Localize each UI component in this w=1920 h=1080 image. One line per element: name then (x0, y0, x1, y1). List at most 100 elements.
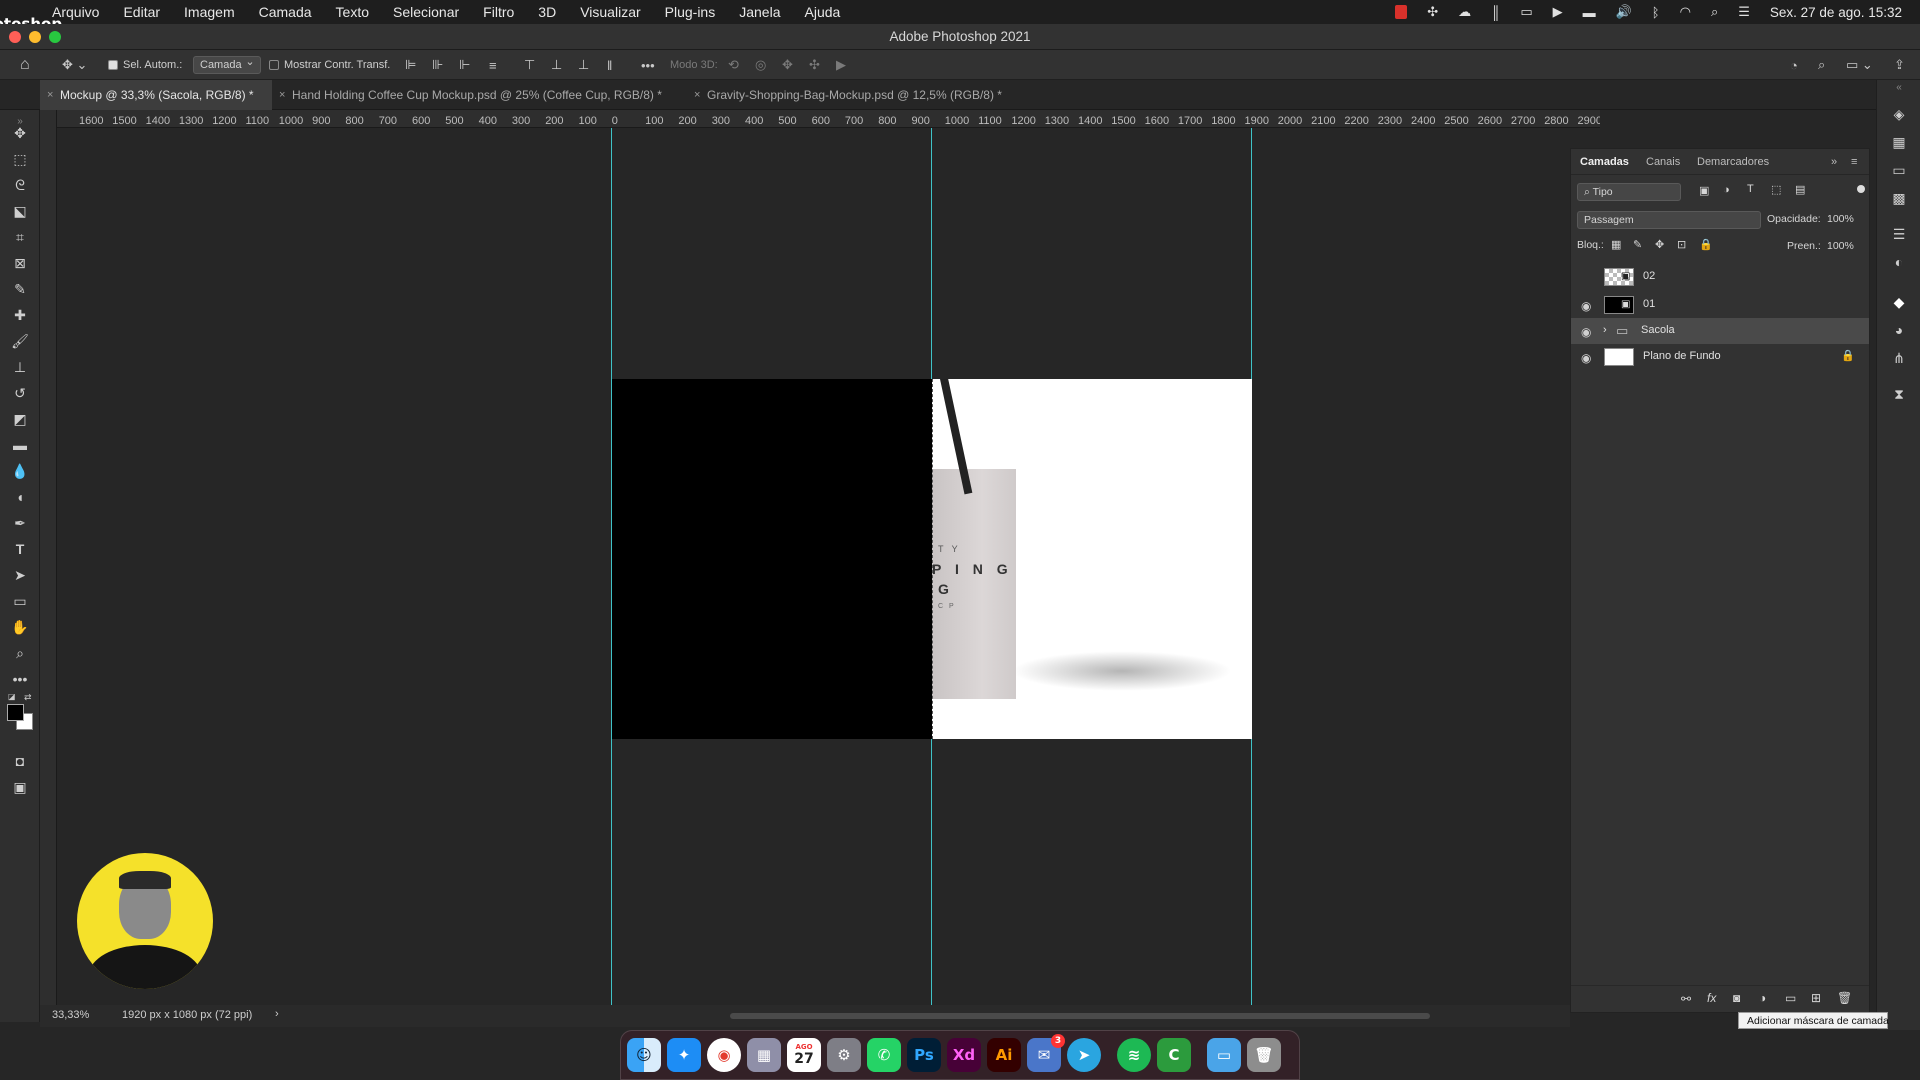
menu-janela[interactable]: Janela (739, 4, 780, 20)
frame-tool-icon[interactable]: ⊠ (0, 252, 40, 274)
tab-mockup[interactable]: × Mockup @ 33,3% (Sacola, RGB/8) * (40, 80, 272, 110)
layers-panel-icon[interactable]: ◆ (1877, 294, 1920, 311)
panel-menu-icon[interactable]: ≡ (1851, 156, 1857, 168)
lock-transparent-icon[interactable]: ▦ (1611, 238, 1621, 251)
menu-ajuda[interactable]: Ajuda (805, 4, 841, 20)
history-brush-tool-icon[interactable]: ↺ (0, 382, 40, 404)
status-display-icon[interactable]: ▭ (1520, 4, 1532, 20)
swatches-panel-icon[interactable]: ▦ (1877, 134, 1920, 151)
align-bottom-icon[interactable]: ⊥ (578, 56, 589, 74)
properties-panel-icon[interactable]: ☰ (1877, 226, 1920, 243)
horizontal-ruler[interactable]: 1600 1500 1400 1300 1200 1100 1000 900 800 700 600… (57, 110, 1600, 128)
eraser-tool-icon[interactable]: ◩ (0, 408, 40, 430)
auto-select-dropdown[interactable]: Camada (193, 54, 261, 74)
history-panel-icon[interactable]: ⧗ (1877, 386, 1920, 403)
zoom-level[interactable]: 33,33% (52, 1009, 89, 1021)
status-flag-icon[interactable]: ▬ (1583, 5, 1596, 20)
pen-tool-icon[interactable]: ✒ (0, 512, 40, 534)
tab-demarcadores[interactable]: Demarcadores (1697, 156, 1769, 168)
control-center-icon[interactable]: ☰ (1738, 4, 1750, 20)
tab-close-icon[interactable]: × (47, 80, 53, 110)
vertical-ruler[interactable] (40, 110, 57, 1010)
paths-panel-icon[interactable]: ⋔ (1877, 350, 1920, 367)
edit-toolbar-icon[interactable]: ••• (0, 668, 40, 690)
status-tool-icon[interactable]: ✣ (1427, 4, 1438, 20)
lock-artboard-icon[interactable]: ⊡ (1677, 238, 1686, 251)
filter-toggle-icon[interactable] (1857, 185, 1865, 193)
menu-selecionar[interactable]: Selecionar (393, 4, 459, 20)
horizontal-scrollbar[interactable] (730, 1013, 1430, 1019)
new-layer-icon[interactable]: ⊞ (1811, 991, 1821, 1005)
align-top-icon[interactable]: ⊤ (524, 56, 535, 74)
move-tool-icon[interactable]: ✥ (0, 122, 40, 144)
layer-visibility-eye-icon[interactable]: ◉ (1581, 351, 1591, 365)
home-icon[interactable]: ⌂ (20, 56, 30, 74)
more-options-icon[interactable]: ••• (641, 56, 655, 74)
dock-spotify-icon[interactable]: ≋ (1117, 1038, 1151, 1072)
healing-brush-tool-icon[interactable]: ✚ (0, 304, 40, 326)
panel-collapse-icon[interactable]: » (1831, 156, 1837, 168)
document-size[interactable]: 1920 px x 1080 px (72 ppi) (122, 1009, 252, 1021)
lasso-tool-icon[interactable]: ᘓ (0, 174, 40, 196)
move-tool-preset-icon[interactable]: ✥ ⌄ (62, 56, 87, 74)
layer-row-02[interactable]: ▣ 02 (1571, 264, 1869, 290)
filter-adjustment-icon[interactable]: ◑ (1723, 184, 1730, 196)
menu-filtro[interactable]: Filtro (483, 4, 514, 20)
quick-mask-icon[interactable]: ◘ (0, 750, 40, 772)
dock-safari-icon[interactable]: ✦ (667, 1038, 701, 1072)
menu-plugins[interactable]: Plug-ins (665, 4, 716, 20)
tab-coffee-cup[interactable]: × Hand Holding Coffee Cup Mockup.psd @ 2… (272, 80, 687, 110)
dock-photoshop-icon[interactable]: Ps (907, 1038, 941, 1072)
crop-tool-icon[interactable]: ⌗ (0, 226, 40, 248)
share-icon[interactable]: ⇪ (1894, 56, 1905, 74)
fill-input[interactable]: 100% (1827, 240, 1854, 252)
group-expand-chevron-icon[interactable]: › (1603, 324, 1607, 336)
strip-collapse-icon[interactable]: « (1877, 82, 1920, 93)
filter-smart-object-icon[interactable]: ▤ (1795, 183, 1805, 196)
distribute-h-icon[interactable]: ≡ (489, 56, 497, 74)
filter-shape-icon[interactable]: ⬚ (1771, 183, 1781, 196)
type-tool-icon[interactable]: T (0, 538, 40, 560)
swap-colors-icon[interactable]: ⇄ (24, 692, 34, 702)
status-play-icon[interactable]: ▶ (1553, 4, 1563, 20)
dock-mail-icon[interactable]: ✉ 3 (1027, 1034, 1065, 1072)
learn-panel-icon[interactable]: ◈ (1877, 106, 1920, 123)
volume-icon[interactable]: 🔊 (1616, 4, 1632, 20)
menubar-clock[interactable]: Sex. 27 de ago. 15:32 (1770, 5, 1902, 20)
dock-illustrator-icon[interactable]: Ai (987, 1038, 1021, 1072)
wifi-icon[interactable]: ◠ (1680, 4, 1691, 20)
opacity-input[interactable]: 100% (1827, 213, 1854, 225)
tab-shopping-bag[interactable]: × Gravity-Shopping-Bag-Mockup.psd @ 12,5… (687, 80, 1027, 110)
lock-pixels-icon[interactable]: ✎ (1633, 238, 1642, 251)
3d-camera-icon[interactable]: ▶ (836, 56, 846, 74)
blend-mode-dropdown[interactable]: Passagem (1577, 211, 1761, 229)
path-select-tool-icon[interactable]: ➤ (0, 564, 40, 586)
dock-chrome-icon[interactable]: ◉ (707, 1038, 741, 1072)
lock-position-icon[interactable]: ✥ (1655, 238, 1664, 251)
show-transform-checkbox[interactable]: Mostrar Contr. Transf. (269, 56, 390, 74)
add-mask-icon[interactable]: ◙ (1733, 991, 1740, 1005)
libraries-panel-icon[interactable]: ▭ (1877, 162, 1920, 179)
distribute-v-icon[interactable]: ‖ (607, 56, 612, 74)
screen-mode-icon[interactable]: ▣ (0, 776, 40, 798)
align-right-icon[interactable]: ⊩ (459, 56, 470, 74)
document-black-panel[interactable] (612, 379, 932, 739)
dodge-tool-icon[interactable]: ◖ (0, 486, 40, 508)
layer-row-plano-de-fundo[interactable]: ◉ Plano de Fundo 🔒 (1571, 344, 1869, 370)
share-profile-icon[interactable]: ◔ (1790, 56, 1798, 74)
dock-calendar-icon[interactable]: AGO 27 (787, 1038, 821, 1072)
hand-tool-icon[interactable]: ✋ (0, 616, 40, 638)
3d-roll-icon[interactable]: ◎ (755, 56, 766, 74)
align-middle-v-icon[interactable]: ⊥ (551, 56, 562, 74)
rectangle-tool-icon[interactable]: ▭ (0, 590, 40, 612)
dock-settings-icon[interactable]: ⚙ (827, 1038, 861, 1072)
dock-camtasia-icon[interactable]: C (1157, 1038, 1191, 1072)
menu-imagem[interactable]: Imagem (184, 4, 235, 20)
link-layers-icon[interactable]: ⚯ (1681, 992, 1691, 1006)
default-colors-icon[interactable]: ◪ (8, 692, 18, 702)
workspace-icon[interactable]: ▭ ⌄ (1846, 56, 1873, 74)
patterns-panel-icon[interactable]: ▩ (1877, 190, 1920, 207)
layer-row-sacola[interactable]: ◉ › ▭ Sacola (1571, 318, 1869, 344)
marquee-tool-icon[interactable]: ⬚ (0, 148, 40, 170)
layer-visibility-eye-icon[interactable]: ◉ (1581, 299, 1591, 313)
